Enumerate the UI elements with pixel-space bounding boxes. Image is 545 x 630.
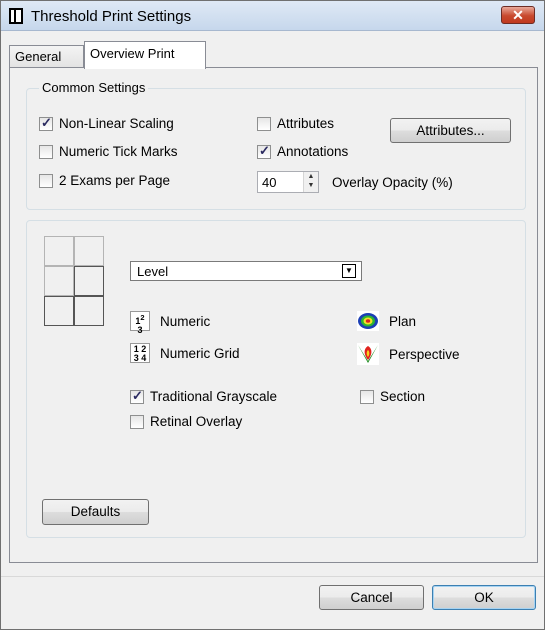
layout-cell[interactable] bbox=[44, 296, 74, 326]
footer-divider bbox=[1, 576, 544, 577]
overview-group: Level ▼ 123 Numeric 1 23 4 Numeric Grid bbox=[26, 220, 526, 538]
two-exams-per-page-checkbox[interactable]: 2 Exams per Page bbox=[39, 173, 170, 188]
close-button[interactable]: ✕ bbox=[501, 6, 535, 24]
perspective-icon bbox=[357, 343, 379, 365]
numeric-label: Numeric bbox=[160, 313, 211, 329]
tab-overview-print[interactable]: Overview Print bbox=[84, 41, 206, 69]
ok-button[interactable]: OK bbox=[432, 585, 536, 610]
numeric-tick-marks-checkbox[interactable]: Numeric Tick Marks bbox=[39, 144, 178, 159]
section-checkbox[interactable]: Section bbox=[360, 389, 425, 404]
chevron-down-icon[interactable]: ▼ bbox=[342, 264, 356, 278]
annotations-label: Annotations bbox=[277, 144, 349, 159]
numeric-icon: 12 3 bbox=[130, 311, 150, 335]
checkbox-box bbox=[39, 144, 53, 159]
common-settings-group: Common Settings Non-Linear Scaling Numer… bbox=[26, 80, 526, 210]
plan-option[interactable]: Plan bbox=[357, 311, 416, 331]
traditional-grayscale-label: Traditional Grayscale bbox=[150, 389, 278, 404]
layout-cell[interactable] bbox=[74, 236, 104, 266]
numeric-tick-marks-label: Numeric Tick Marks bbox=[59, 144, 178, 159]
layout-cell[interactable] bbox=[74, 266, 104, 296]
attributes-checkbox[interactable]: Attributes bbox=[257, 116, 334, 131]
traditional-grayscale-checkbox[interactable]: Traditional Grayscale bbox=[130, 388, 278, 404]
defaults-button[interactable]: Defaults bbox=[42, 499, 149, 525]
numeric-option[interactable]: 12 3 Numeric bbox=[130, 311, 211, 335]
layout-cell[interactable] bbox=[44, 266, 74, 296]
checkbox-box bbox=[257, 116, 271, 131]
non-linear-scaling-label: Non-Linear Scaling bbox=[59, 116, 174, 131]
common-settings-label: Common Settings bbox=[39, 80, 149, 95]
cancel-button[interactable]: Cancel bbox=[319, 585, 424, 610]
checkbox-box bbox=[257, 143, 271, 159]
plan-label: Plan bbox=[389, 313, 417, 329]
window-title: Threshold Print Settings bbox=[31, 8, 192, 25]
attributes-button[interactable]: Attributes... bbox=[390, 118, 511, 143]
checkbox-box bbox=[360, 389, 374, 404]
book-icon bbox=[9, 8, 23, 24]
overlay-opacity-label-wrap: Overlay Opacity (%) bbox=[332, 175, 453, 190]
attributes-label: Attributes bbox=[277, 116, 335, 131]
tab-general[interactable]: General bbox=[9, 45, 84, 67]
checkbox-box bbox=[39, 115, 53, 131]
perspective-label: Perspective bbox=[389, 346, 460, 362]
overlay-opacity-value: 40 bbox=[262, 175, 277, 190]
checkbox-box bbox=[39, 173, 53, 188]
numeric-grid-label: Numeric Grid bbox=[160, 345, 240, 361]
retinal-overlay-label: Retinal Overlay bbox=[150, 414, 243, 429]
numeric-grid-icon: 1 23 4 bbox=[130, 343, 150, 363]
overview-print-panel: Common Settings Non-Linear Scaling Numer… bbox=[9, 67, 538, 563]
section-label: Section bbox=[380, 389, 426, 404]
non-linear-scaling-checkbox[interactable]: Non-Linear Scaling bbox=[39, 115, 174, 131]
plan-icon bbox=[357, 311, 379, 331]
retinal-overlay-checkbox[interactable]: Retinal Overlay bbox=[130, 414, 242, 429]
layout-cell[interactable] bbox=[44, 236, 74, 266]
annotations-checkbox[interactable]: Annotations bbox=[257, 143, 349, 159]
layout-selector-grid[interactable] bbox=[44, 236, 106, 332]
checkbox-box bbox=[130, 388, 144, 404]
threshold-print-settings-dialog: Threshold Print Settings ✕ General Overv… bbox=[0, 0, 545, 630]
checkbox-box bbox=[130, 414, 144, 429]
overlay-opacity-label: Overlay Opacity (%) bbox=[332, 175, 453, 190]
perspective-option[interactable]: Perspective bbox=[357, 343, 460, 365]
numeric-grid-option[interactable]: 1 23 4 Numeric Grid bbox=[130, 343, 240, 363]
title-bar: Threshold Print Settings ✕ bbox=[1, 1, 544, 31]
two-exams-per-page-label: 2 Exams per Page bbox=[59, 173, 171, 188]
display-type-value: Level bbox=[137, 264, 169, 279]
overlay-opacity-spinner[interactable]: 40 ▲ ▼ bbox=[257, 171, 319, 193]
spinner-arrows-icon[interactable]: ▲ ▼ bbox=[303, 172, 318, 192]
layout-cell[interactable] bbox=[74, 296, 104, 326]
display-type-dropdown[interactable]: Level ▼ bbox=[130, 261, 362, 281]
